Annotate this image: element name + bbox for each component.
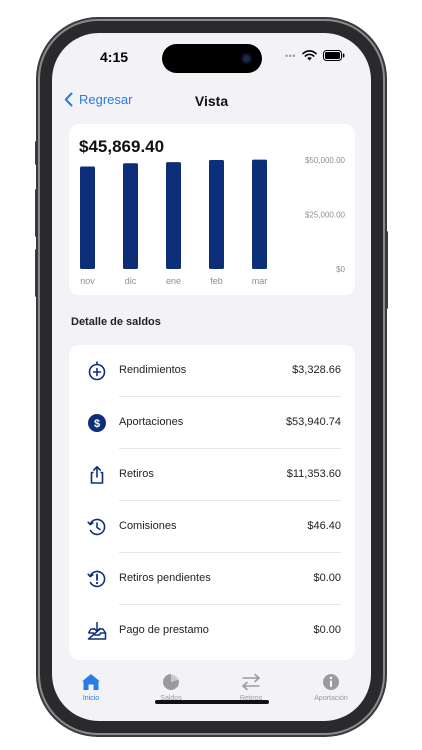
list-item-value: $0.00 (313, 572, 341, 584)
alert-cycle-icon (87, 570, 106, 588)
dynamic-island (162, 44, 262, 73)
total-balance: $45,869.40 (79, 137, 165, 156)
x-tick-label: ene (166, 276, 181, 286)
list-item-label: Comisiones (119, 520, 177, 532)
tab-label: Aportación (314, 695, 348, 702)
status-time: 4:15 (100, 49, 129, 65)
balance-details-list: Rendimientos $3,328.66 $ Aportaciones $5… (69, 345, 355, 660)
power-button (385, 231, 388, 309)
volume-down-button (35, 249, 38, 297)
balance-chart-card: nov dic ene feb mar $50,000.00 $25,000.00 $0 $4… (69, 124, 355, 295)
tab-bar: Inicio Saldos Retiros Aportación (52, 665, 371, 711)
x-tick-label: mar (252, 276, 268, 286)
info-icon (323, 674, 339, 690)
svg-text:$: $ (94, 418, 100, 430)
list-item-value: $0.00 (313, 624, 341, 636)
chart-bar-nov (80, 166, 95, 269)
home-indicator (155, 700, 269, 704)
tab-aportacion[interactable]: Aportación (301, 673, 361, 702)
list-item-value: $53,940.74 (285, 416, 341, 428)
list-item-retiros[interactable]: Retiros $11,353.60 (69, 449, 355, 501)
list-item-label: Retiros (119, 468, 154, 480)
dollar-circle-icon: $ (88, 414, 106, 432)
house-icon (82, 674, 100, 690)
battery-icon (323, 50, 345, 61)
x-tick-label: dic (125, 276, 137, 286)
chart-bar-mar (252, 159, 267, 269)
signal-dots-icon: ••• (285, 50, 296, 61)
page-title: Vista (194, 93, 229, 109)
list-item-value: $11,353.60 (286, 468, 341, 480)
arrows-swap-icon (242, 673, 260, 691)
share-up-icon (90, 466, 104, 484)
tab-inicio[interactable]: Inicio (61, 673, 121, 702)
section-title: Detalle de saldos (71, 316, 161, 328)
timer-plus-icon (88, 361, 106, 381)
wifi-icon (302, 50, 317, 61)
list-item-label: Aportaciones (119, 416, 184, 428)
list-item-pago-de-prestamo[interactable]: Pago de prestamo $0.00 (69, 605, 355, 657)
chart-bar-feb (209, 160, 224, 269)
list-item-value: $3,328.66 (292, 364, 341, 376)
tab-saldos[interactable]: Saldos (141, 673, 201, 702)
y-tick-label: $25,000.00 (305, 211, 346, 220)
volume-up-button (35, 189, 38, 237)
list-item-value: $46.40 (307, 520, 341, 532)
y-tick-label: $50,000.00 (305, 156, 346, 165)
list-item-label: Pago de prestamo (119, 624, 209, 636)
tab-label: Inicio (82, 695, 100, 702)
camera-icon (241, 53, 252, 64)
screen: 4:15 ••• Regresar Vista nov dic ene feb … (52, 33, 371, 721)
list-item-label: Retiros pendientes (119, 572, 211, 584)
y-tick-label: $0 (336, 265, 345, 274)
mute-switch (35, 141, 38, 165)
tab-retiros[interactable]: Retiros (221, 673, 281, 702)
pie-chart-icon (163, 674, 179, 690)
x-tick-label: nov (80, 276, 95, 286)
list-item-rendimientos[interactable]: Rendimientos $3,328.66 (69, 345, 355, 397)
list-item-label: Rendimientos (119, 364, 187, 376)
status-bar: 4:15 ••• (52, 33, 371, 79)
chart-bar-dic (123, 163, 138, 269)
x-tick-label: feb (210, 276, 223, 286)
navigation-bar: Regresar Vista (52, 83, 371, 119)
list-item-comisiones[interactable]: Comisiones $46.40 (69, 501, 355, 553)
chart-bar-ene (166, 162, 181, 269)
list-item-retiros-pendientes[interactable]: Retiros pendientes $0.00 (69, 553, 355, 605)
clock-cycle-icon (87, 518, 106, 536)
list-item-aportaciones[interactable]: $ Aportaciones $53,940.74 (69, 397, 355, 449)
status-icons: ••• (285, 50, 345, 61)
tray-download-icon (87, 621, 107, 640)
phone-frame: 4:15 ••• Regresar Vista nov dic ene feb … (35, 21, 388, 733)
